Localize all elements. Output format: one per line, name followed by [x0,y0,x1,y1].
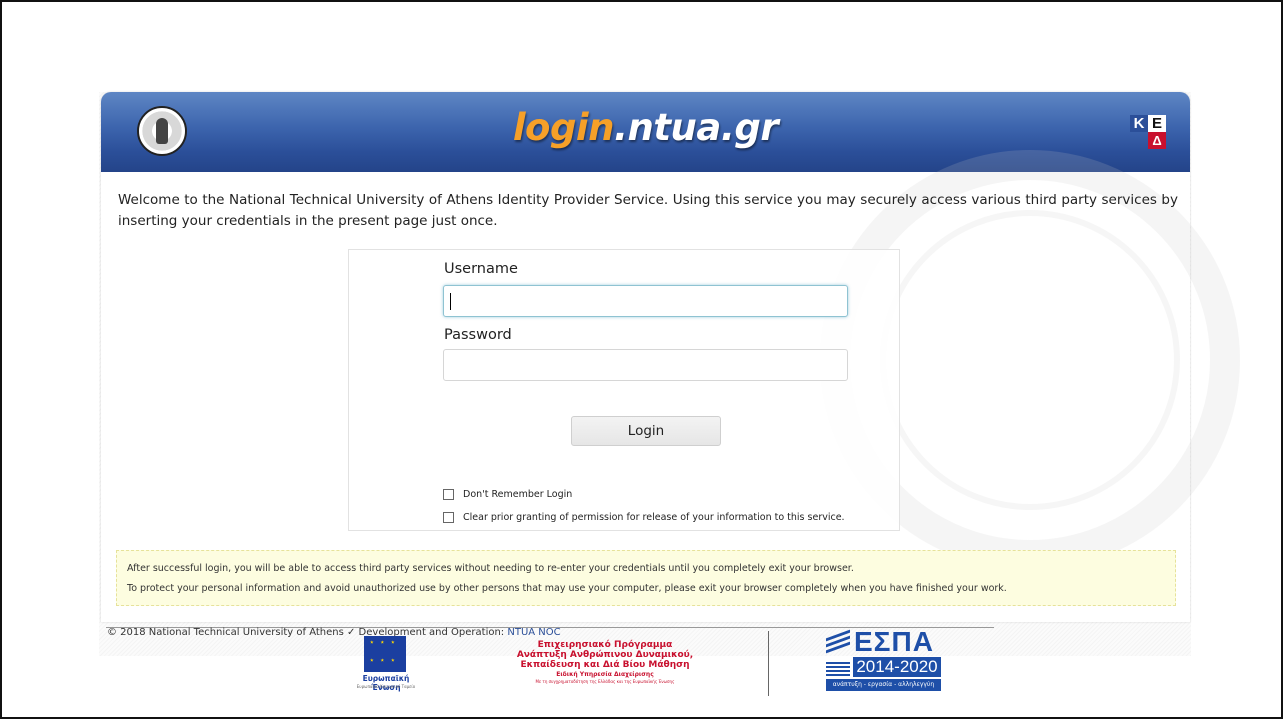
dont-remember-login-option[interactable]: Don't Remember Login [443,489,572,500]
site-header: login.ntua.gr K E Δ [101,92,1190,172]
op-line-1: Επιχειρησιακό Πρόγραμμα [537,640,673,650]
site-title-accent: login [512,106,615,149]
espa-years: 2014-2020 [853,657,941,677]
eu-caption: Ευρωπαϊκή Ένωση [362,674,410,692]
op-line-2: Ανάπτυξη Ανθρώπινου Δυναμικού, [516,650,694,660]
clear-consent-checkbox[interactable] [443,512,454,523]
dont-remember-login-label: Don't Remember Login [463,489,573,500]
notice-line-1: After successful login, you will be able… [127,563,854,574]
ked-logo-k: K [1130,115,1148,132]
login-form: Username Password Login Don't Remember L… [348,249,900,531]
greek-flag-icon [826,662,850,676]
eu-flag-icon [364,636,406,672]
footer-noc-link[interactable]: NTUA NOC [507,627,560,638]
username-input[interactable] [443,285,848,317]
footer-copyright-text: © 2018 National Technical University of … [107,627,508,638]
password-input[interactable] [443,349,848,381]
espa-title: ΕΣΠΑ [854,626,934,657]
ked-logo: K E Δ [1130,115,1166,150]
clear-consent-option[interactable]: Clear prior granting of permission for r… [443,512,845,523]
op-line-3: Εκπαίδευση και Διά Βίου Μάθηση [520,660,690,670]
login-button[interactable]: Login [571,416,721,446]
dont-remember-login-checkbox[interactable] [443,489,454,500]
password-label: Password [444,327,512,343]
ked-logo-d: Δ [1148,132,1166,149]
site-title: login.ntua.gr [101,106,1190,149]
op-line-5: Με τη συγχρηματοδότηση της Ελλάδας και τ… [535,679,675,684]
logo-divider [768,631,769,696]
username-label: Username [444,261,518,277]
clear-consent-label: Clear prior granting of permission for r… [463,512,845,523]
eu-subcaption: Ευρωπαϊκό Κοινωνικό Ταμείο [356,684,416,689]
ked-logo-e: E [1148,115,1166,132]
espa-chevron-icon [826,629,850,654]
security-notice: After successful login, you will be able… [116,550,1176,606]
espa-logo: ΕΣΠΑ 2014-2020 ανάπτυξη - εργασία - αλλη… [826,626,941,694]
eu-logo: Ευρωπαϊκή Ένωση Ευρωπαϊκό Κοινωνικό Ταμε… [355,636,417,694]
operational-programme-logo: Επιχειρησιακό Πρόγραμμα Ανάπτυξη Ανθρώπι… [490,640,720,685]
footer-copyright: © 2018 National Technical University of … [107,627,561,638]
site-title-domain: .ntua.gr [613,106,779,149]
op-line-4: Ειδική Υπηρεσία Διαχείρισης [556,671,654,678]
notice-line-2: To protect your personal information and… [127,583,1007,594]
espa-tagline: ανάπτυξη - εργασία - αλληλεγγύη [826,679,941,691]
welcome-text: Welcome to the National Technical Univer… [118,192,1178,229]
